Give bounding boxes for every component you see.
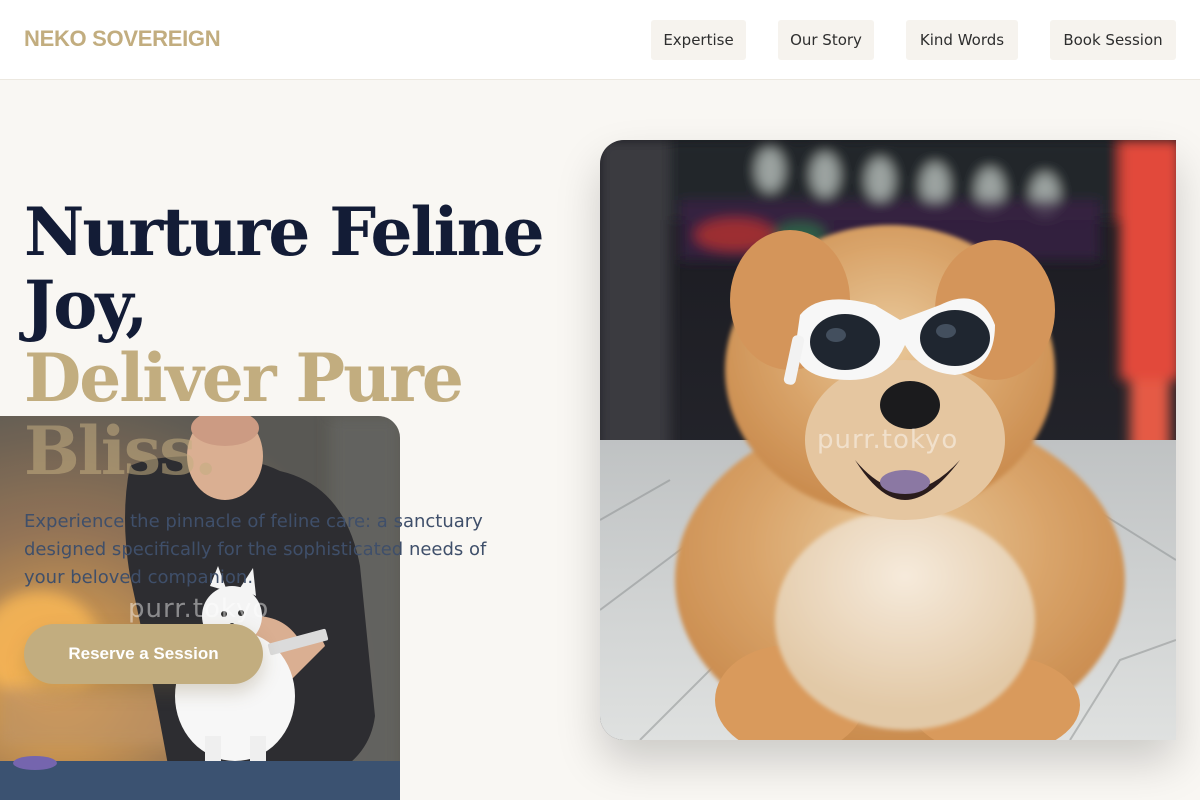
nav-kind-words[interactable]: Kind Words [906, 20, 1018, 60]
site-header: NEKO SOVEREIGN Expertise Our Story Kind … [0, 0, 1200, 80]
photo-watermark: purr.tokyo [817, 425, 959, 455]
headline-line-3: Deliver Pure [24, 339, 464, 417]
nav-our-story[interactable]: Our Story [778, 20, 874, 60]
nav-expertise[interactable]: Expertise [651, 20, 746, 60]
nav-book-session[interactable]: Book Session [1050, 20, 1176, 60]
groomer-photo-watermark: purr.tokyo [128, 594, 270, 624]
headline-line-2: Joy, [24, 266, 148, 344]
headline-line-1: Nurture Feline [24, 193, 545, 271]
headline-line-4: Bliss. [24, 412, 217, 490]
hero-dog-photo: purr.tokyo [600, 140, 1176, 740]
hero-subtext: Experience the pinnacle of feline care: … [24, 511, 487, 588]
reserve-session-button[interactable]: Reserve a Session [24, 624, 263, 684]
hero-headline: Nurture Feline Joy, Deliver Pure Bliss. [24, 196, 584, 488]
brand-logo[interactable]: NEKO SOVEREIGN [24, 26, 221, 52]
